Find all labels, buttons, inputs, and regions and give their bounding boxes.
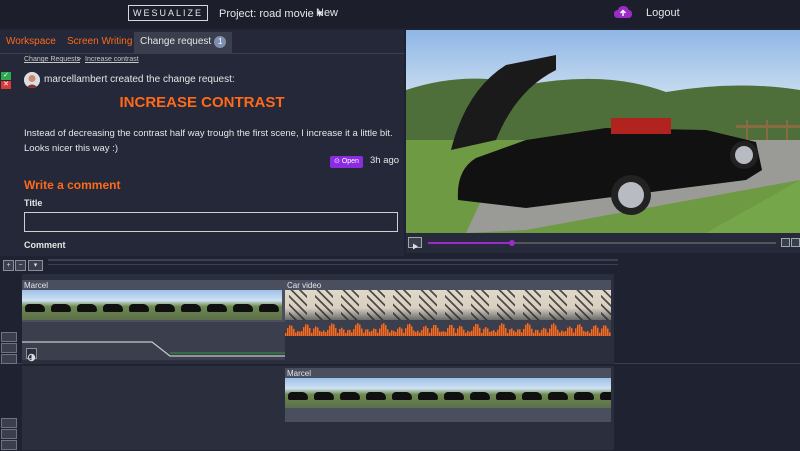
- eye-icon[interactable]: [1, 332, 17, 342]
- timeline-ruler[interactable]: [48, 259, 618, 261]
- change-request-description: Instead of decreasing the contrast half …: [24, 128, 393, 154]
- check-icon[interactable]: ✓: [1, 72, 11, 80]
- volume-icon[interactable]: [1, 343, 17, 353]
- zoom-in-icon[interactable]: +: [3, 260, 14, 271]
- breadcrumb-separator: >: [77, 56, 82, 63]
- clip-marcel[interactable]: Marcel: [22, 280, 285, 362]
- tab-change-request-label: Change request: [140, 36, 212, 47]
- player-controls: [406, 233, 800, 253]
- timeline-ruler-secondary: [48, 264, 618, 265]
- clip-label: Marcel: [287, 369, 312, 378]
- eye-icon[interactable]: [1, 418, 17, 428]
- clip-thumbnails: [285, 378, 611, 408]
- clip-car-video[interactable]: Car video: [285, 280, 611, 336]
- clip-label: Marcel: [24, 281, 49, 290]
- video-preview[interactable]: [406, 30, 800, 233]
- status-badge: ⊙ Open: [330, 156, 363, 168]
- tab-change-request[interactable]: Change request 1: [134, 32, 233, 54]
- new-button[interactable]: New: [316, 7, 338, 19]
- timeline-toolbar: + − ▾: [0, 256, 800, 274]
- volume-icon[interactable]: [781, 238, 790, 247]
- volume-icon[interactable]: [1, 354, 17, 364]
- comment-heading: Write a comment: [24, 178, 121, 192]
- logout-button[interactable]: Logout: [646, 7, 680, 19]
- fullscreen-icon[interactable]: [791, 238, 800, 247]
- close-icon[interactable]: ✕: [1, 81, 11, 89]
- breadcrumb-change-requests[interactable]: Change Requests: [24, 56, 80, 63]
- clip-marcel[interactable]: Marcel: [285, 368, 611, 422]
- tab-workspace[interactable]: Workspace: [6, 36, 56, 47]
- change-request-panel: Workspace Screen Writing Change request 1…: [0, 30, 404, 256]
- top-bar: WESUALIZE Project: road movie ▾ New Logo…: [0, 0, 800, 28]
- contrast-icon[interactable]: [26, 348, 37, 362]
- app-logo[interactable]: WESUALIZE: [128, 5, 208, 21]
- timeline-track-2[interactable]: Marcel: [0, 366, 800, 450]
- change-request-title: INCREASE CONTRAST: [119, 94, 285, 111]
- status-label: Open: [341, 158, 359, 165]
- progress-bar[interactable]: [428, 240, 776, 246]
- clip-thumbnails: [285, 290, 611, 320]
- comment-label: Comment: [24, 240, 66, 250]
- timestamp: 3h ago: [370, 155, 400, 166]
- timeline-track-1[interactable]: Marcel Car video: [0, 274, 800, 364]
- clip-label: Car video: [287, 281, 322, 290]
- contrast-curve[interactable]: [22, 322, 285, 360]
- volume-icon[interactable]: [1, 440, 17, 450]
- change-request-count-badge: 1: [214, 36, 227, 48]
- avatar: [24, 72, 40, 88]
- video-frame: [406, 30, 800, 233]
- comment-title-input[interactable]: [24, 212, 398, 232]
- audio-waveform: [285, 320, 611, 336]
- track-2-controls: [1, 418, 17, 451]
- cloud-upload-icon[interactable]: [613, 5, 633, 21]
- panel-tabs: Workspace Screen Writing Change request 1: [0, 30, 404, 54]
- play-icon[interactable]: [408, 237, 422, 250]
- tab-screen-writing[interactable]: Screen Writing: [67, 36, 132, 47]
- project-selector[interactable]: Project: road movie ▾: [219, 7, 322, 20]
- progress-fill: [428, 242, 512, 244]
- volume-icon[interactable]: [1, 429, 17, 439]
- dropdown-icon[interactable]: ▾: [28, 260, 43, 271]
- clip-thumbnails: [22, 290, 285, 320]
- title-label: Title: [24, 198, 43, 208]
- breadcrumb-increase-contrast[interactable]: Increase contrast: [85, 56, 139, 63]
- track-1-controls: [1, 332, 17, 365]
- creator-text: marcellambert created the change request…: [44, 74, 235, 85]
- progress-knob[interactable]: [508, 240, 515, 246]
- zoom-out-icon[interactable]: −: [15, 260, 26, 271]
